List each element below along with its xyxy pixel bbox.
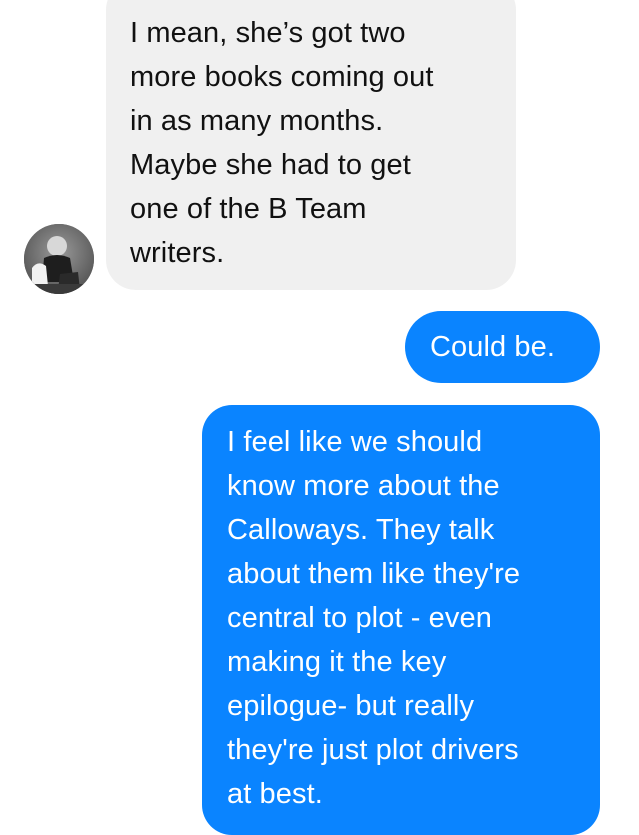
message-thread: I mean, she’s got two more books coming …: [0, 0, 639, 835]
outgoing-message-bubble[interactable]: Could be.: [405, 311, 600, 383]
incoming-message-bubble[interactable]: I mean, she’s got two more books coming …: [106, 0, 516, 290]
contact-avatar[interactable]: [24, 224, 94, 294]
outgoing-message-bubble[interactable]: I feel like we should know more about th…: [202, 405, 600, 835]
contact-avatar-photo-icon: [24, 224, 94, 294]
